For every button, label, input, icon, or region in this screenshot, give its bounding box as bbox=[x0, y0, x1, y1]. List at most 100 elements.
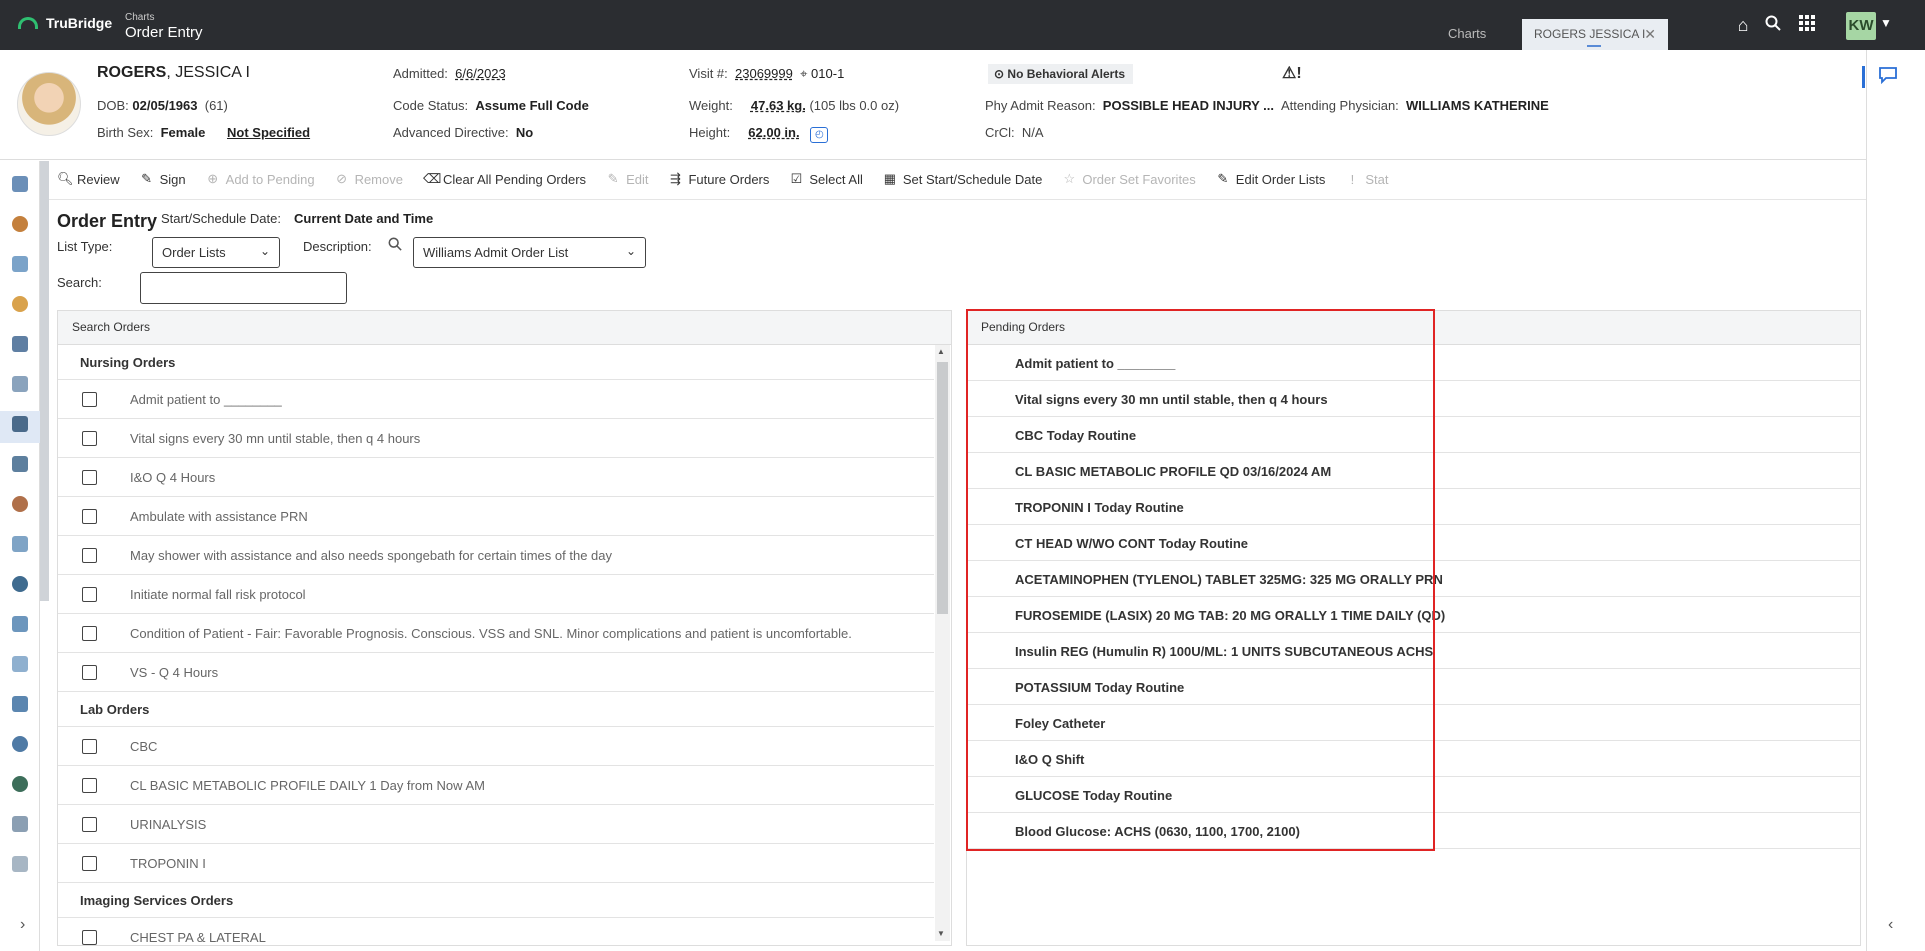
search-order-row[interactable]: I&O Q 4 Hours bbox=[58, 458, 934, 497]
order-checkbox[interactable] bbox=[82, 739, 97, 754]
pending-order-row[interactable]: FUROSEMIDE (LASIX) 20 MG TAB: 20 MG ORAL… bbox=[967, 597, 1860, 633]
results-icon[interactable] bbox=[12, 296, 28, 312]
order-set-favorites-button[interactable]: ☆ Order Set Favorites bbox=[1062, 171, 1196, 187]
set-start-schedule-date-button[interactable]: ▦ Set Start/Schedule Date bbox=[883, 171, 1043, 187]
medications-icon[interactable] bbox=[12, 336, 28, 352]
list-type-select[interactable]: Order Lists ⌄ bbox=[152, 237, 280, 268]
pending-order-row[interactable]: GLUCOSE Today Routine bbox=[967, 777, 1860, 813]
behavioral-alerts-badge[interactable]: ⊙ No Behavioral Alerts bbox=[988, 64, 1133, 84]
search-order-row[interactable]: VS - Q 4 Hours bbox=[58, 653, 934, 692]
lab-flask-icon[interactable] bbox=[12, 656, 28, 672]
care-plan-icon[interactable] bbox=[12, 816, 28, 832]
order-checkbox[interactable] bbox=[82, 930, 97, 945]
order-label: CHEST PA & LATERAL bbox=[130, 930, 266, 945]
user-avatar[interactable]: KW bbox=[1846, 12, 1876, 40]
stat-button[interactable]: ! Stat bbox=[1345, 172, 1389, 187]
select-all-button[interactable]: ☑ Select All bbox=[789, 171, 863, 187]
edit-button[interactable]: ✎ Edit bbox=[606, 171, 649, 187]
tab-patient[interactable]: ROGERS JESSICA I ✕ bbox=[1522, 19, 1668, 50]
database-icon[interactable] bbox=[12, 456, 28, 472]
order-checkbox[interactable] bbox=[82, 587, 97, 602]
remove-button[interactable]: ⊘ Remove bbox=[335, 171, 403, 187]
close-icon[interactable]: ✕ bbox=[1644, 26, 1656, 43]
chevron-right-icon[interactable]: › bbox=[20, 916, 25, 934]
search-order-row[interactable]: CBC bbox=[58, 727, 934, 766]
pending-order-row[interactable]: Insulin REG (Humulin R) 100U/ML: 1 UNITS… bbox=[967, 633, 1860, 669]
search-order-row[interactable]: TROPONIN I bbox=[58, 844, 934, 883]
notes-icon[interactable] bbox=[12, 536, 28, 552]
order-checkbox[interactable] bbox=[82, 626, 97, 641]
search-order-row[interactable]: URINALYSIS bbox=[58, 805, 934, 844]
brand-logo[interactable]: TruBridge bbox=[18, 15, 112, 31]
search-orders-scroll-thumb[interactable] bbox=[937, 362, 948, 614]
pending-order-row[interactable]: ACETAMINOPHEN (TYLENOL) TABLET 325MG: 32… bbox=[967, 561, 1860, 597]
pending-order-row[interactable]: I&O Q Shift bbox=[967, 741, 1860, 777]
search-order-row[interactable]: Admit patient to ________ bbox=[58, 380, 934, 419]
edit-order-lists-button[interactable]: ✎ Edit Order Lists bbox=[1216, 171, 1325, 187]
pending-order-label: GLUCOSE Today Routine bbox=[1015, 788, 1173, 803]
order-checkbox[interactable] bbox=[82, 665, 97, 680]
handoff-icon[interactable] bbox=[12, 696, 28, 712]
documents-icon[interactable] bbox=[12, 376, 28, 392]
search-input[interactable] bbox=[140, 272, 347, 304]
search-order-row[interactable]: May shower with assistance and also need… bbox=[58, 536, 934, 575]
globe-icon[interactable] bbox=[12, 576, 28, 592]
order-checkbox[interactable] bbox=[82, 431, 97, 446]
order-checkbox[interactable] bbox=[82, 817, 97, 832]
order-checkbox[interactable] bbox=[82, 778, 97, 793]
sign-button[interactable]: ✎ Sign bbox=[140, 171, 185, 187]
search-order-row[interactable]: Condition of Patient - Fair: Favorable P… bbox=[58, 614, 934, 653]
order-checkbox[interactable] bbox=[82, 548, 97, 563]
pending-order-row[interactable]: Foley Catheter bbox=[967, 705, 1860, 741]
search-icon[interactable] bbox=[1763, 15, 1783, 35]
gender-identity-link[interactable]: Not Specified bbox=[227, 125, 310, 140]
future-orders-button[interactable]: ⇶ Future Orders bbox=[668, 171, 769, 187]
add-to-pending-button[interactable]: ⊕ Add to Pending bbox=[206, 171, 314, 187]
search-order-row[interactable]: Initiate normal fall risk protocol bbox=[58, 575, 934, 614]
pending-order-row[interactable]: CT HEAD W/WO CONT Today Routine bbox=[967, 525, 1860, 561]
review-button[interactable]: 🔍︎ Review bbox=[57, 171, 120, 187]
description-search-icon[interactable] bbox=[388, 237, 402, 254]
history-icon[interactable] bbox=[12, 776, 28, 792]
device-icon[interactable] bbox=[12, 416, 28, 432]
report-icon[interactable] bbox=[12, 856, 28, 872]
order-checkbox[interactable] bbox=[82, 856, 97, 871]
patient-weight: Weight: 47.63 kg. (105 lbs 0.0 oz) bbox=[689, 98, 900, 113]
order-checkbox[interactable] bbox=[82, 509, 97, 524]
description-select[interactable]: Williams Admit Order List ⌄ bbox=[413, 237, 646, 268]
search-order-row[interactable]: Vital signs every 30 mn until stable, th… bbox=[58, 419, 934, 458]
pending-order-row[interactable]: CL BASIC METABOLIC PROFILE QD 03/16/2024… bbox=[967, 453, 1860, 489]
order-checkbox[interactable] bbox=[82, 392, 97, 407]
allergy-warning-icon[interactable]: ⚠! bbox=[1282, 63, 1302, 83]
home-icon[interactable]: ⌂ bbox=[1733, 15, 1753, 35]
pending-order-row[interactable]: TROPONIN I Today Routine bbox=[967, 489, 1860, 525]
provider-icon[interactable] bbox=[12, 496, 28, 512]
tab-charts[interactable]: Charts bbox=[1448, 26, 1486, 41]
chevron-left-icon[interactable]: ‹ bbox=[1888, 916, 1893, 934]
scroll-up-icon[interactable]: ▲ bbox=[937, 347, 945, 356]
orders-icon[interactable] bbox=[12, 256, 28, 272]
patient-info-icon[interactable] bbox=[12, 216, 28, 232]
search-order-row[interactable]: CHEST PA & LATERAL bbox=[58, 918, 934, 945]
pending-order-row[interactable]: Admit patient to ________ bbox=[967, 345, 1860, 381]
pending-order-row[interactable]: CBC Today Routine bbox=[967, 417, 1860, 453]
order-checkbox[interactable] bbox=[82, 470, 97, 485]
pending-order-label: TROPONIN I Today Routine bbox=[1015, 500, 1184, 515]
search-order-row[interactable]: Ambulate with assistance PRN bbox=[58, 497, 934, 536]
pending-order-row[interactable]: Vital signs every 30 mn until stable, th… bbox=[967, 381, 1860, 417]
settings-icon[interactable] bbox=[12, 736, 28, 752]
chat-icon[interactable] bbox=[1878, 66, 1898, 89]
scroll-down-icon[interactable]: ▼ bbox=[937, 929, 945, 938]
chart-summary-icon[interactable] bbox=[12, 176, 28, 192]
growth-chart-icon[interactable]: ◴ bbox=[810, 127, 829, 143]
breadcrumb-parent[interactable]: Charts bbox=[125, 12, 203, 24]
rail-scrollbar[interactable] bbox=[40, 161, 49, 601]
clear-all-pending-button[interactable]: ⌫ Clear All Pending Orders bbox=[423, 171, 586, 187]
search-order-row[interactable]: CL BASIC METABOLIC PROFILE DAILY 1 Day f… bbox=[58, 766, 934, 805]
transfer-icon[interactable] bbox=[12, 616, 28, 632]
order-toolbar: 🔍︎ Review ✎ Sign ⊕ Add to Pending ⊘ Remove ⌫… bbox=[57, 168, 1389, 190]
pending-order-row[interactable]: POTASSIUM Today Routine bbox=[967, 669, 1860, 705]
pending-order-row[interactable]: Blood Glucose: ACHS (0630, 1100, 1700, 2… bbox=[967, 813, 1860, 849]
chevron-down-icon[interactable]: ▼ bbox=[1880, 16, 1892, 30]
apps-grid-icon[interactable] bbox=[1797, 15, 1817, 35]
